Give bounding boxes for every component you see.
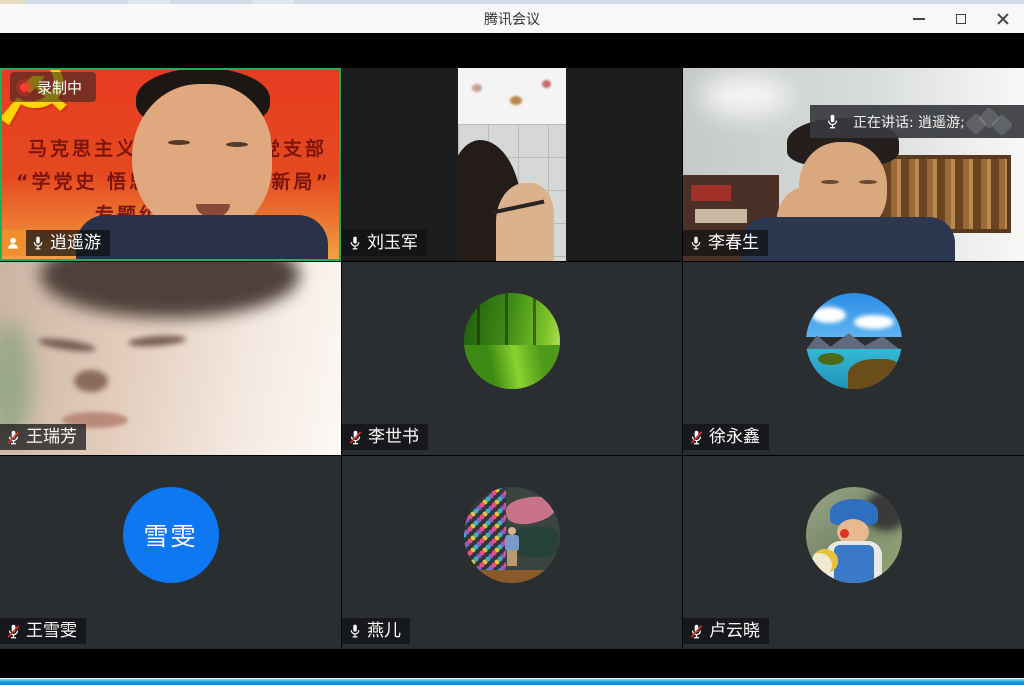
book-shape: [691, 185, 731, 201]
participant-nameplate: 徐永鑫: [683, 424, 769, 450]
participant-tile-wangruifang[interactable]: 王瑞芳: [0, 262, 341, 455]
participant-name: 逍遥游: [50, 232, 101, 254]
maximize-icon: [956, 14, 966, 24]
participant-nameplate: 李春生: [683, 230, 768, 256]
participant-nameplate: 逍遥游: [0, 230, 110, 256]
person-head-shape: [508, 527, 516, 535]
person-pants-shape: [507, 550, 517, 566]
face-paint-shape: [840, 529, 849, 538]
mic-muted-icon: [347, 429, 364, 446]
avatar-photo-child: [806, 487, 902, 583]
participant-name: 徐永鑫: [709, 426, 760, 448]
speaking-indicator-overlay: 正在讲话: 逍遥游;: [810, 105, 1024, 138]
mic-muted-icon: [5, 429, 22, 446]
recording-label: 录制中: [37, 77, 82, 98]
minimize-icon: [913, 18, 925, 20]
mic-muted-icon: [688, 623, 705, 640]
recording-badge: 录制中: [10, 72, 96, 102]
rocks-shape: [848, 359, 900, 389]
participant-grid: ☭ 马克思主义学 党支部 “学党史 悟思 开新局” 专题组: [0, 68, 1024, 649]
trees-shape: [464, 293, 560, 349]
person-icon: [5, 235, 21, 251]
participant-name: 李世书: [368, 426, 419, 448]
participant-nameplate: 王瑞芳: [0, 424, 86, 450]
meeting-stage: ☭ 马克思主义学 党支部 “学党史 悟思 开新局” 专题组: [0, 33, 1024, 678]
ceiling-decor: [472, 84, 482, 92]
island-shape: [818, 353, 844, 365]
mic-on-icon: [824, 113, 841, 130]
participant-name: 刘玉军: [367, 232, 418, 254]
book-shape: [695, 209, 747, 223]
face-shape: [496, 183, 554, 261]
ceiling-decor: [510, 96, 522, 105]
mic-muted-icon: [688, 429, 705, 446]
overalls-shape: [834, 545, 874, 583]
taskbar-edge-strip: [0, 678, 1024, 685]
participant-tile-liuyujun[interactable]: 刘玉军: [342, 68, 682, 261]
avatar-initials-text: 雪雯: [143, 517, 197, 553]
participant-nameplate: 王雪雯: [0, 618, 86, 644]
participant-nameplate: 李世书: [342, 424, 428, 450]
mic-muted-icon: [5, 623, 22, 640]
nose-shape: [74, 370, 108, 392]
participant-tile-xuyongxin[interactable]: 徐永鑫: [683, 262, 1024, 455]
maximize-button[interactable]: [954, 12, 968, 26]
mic-on-icon: [347, 623, 363, 639]
eyebrow-shape: [38, 336, 97, 354]
avatar-initials-circle: 雪雯: [123, 487, 219, 583]
shoulders-shape: [76, 215, 328, 261]
close-button[interactable]: [996, 12, 1010, 26]
window-light-shape: [701, 76, 791, 116]
cloud-shape: [812, 307, 846, 323]
eye-shape: [821, 180, 839, 184]
tencent-meeting-window: 腾讯会议 ☭ 马克思主义学 党支部 “学党史 悟思: [0, 0, 1024, 685]
eye-shape: [859, 180, 877, 184]
shoulders-shape: [741, 217, 955, 261]
participant-nameplate: 燕儿: [342, 618, 410, 644]
mic-on-icon: [688, 235, 704, 251]
participant-name: 王雪雯: [26, 620, 77, 642]
mic-on-icon: [30, 235, 46, 251]
portrait-video-strip: [458, 68, 566, 261]
avatar-photo-graffiti: [464, 487, 560, 583]
participant-name: 卢云晓: [709, 620, 760, 642]
participant-name: 燕儿: [367, 620, 401, 642]
participant-name: 李春生: [708, 232, 759, 254]
speaking-label: 正在讲话: 逍遥游;: [853, 112, 965, 132]
avatar-photo-lake: [806, 293, 902, 389]
close-icon: [997, 13, 1009, 25]
ceiling-decor: [542, 80, 551, 88]
graffiti-shape: [514, 527, 558, 557]
person-shirt-shape: [505, 535, 519, 551]
eyebrow-shape: [128, 334, 187, 348]
record-dot-icon: [20, 83, 29, 92]
window-title: 腾讯会议: [484, 9, 540, 29]
participant-nameplate: 刘玉军: [342, 230, 427, 256]
floor-shape: [464, 570, 560, 583]
participant-tile-yaner[interactable]: 燕儿: [342, 456, 682, 649]
participant-tile-wangxuewen[interactable]: 雪雯 王雪雯: [0, 456, 341, 649]
minimize-button[interactable]: [912, 12, 926, 26]
mic-on-icon: [347, 235, 363, 251]
title-bar[interactable]: 腾讯会议: [0, 4, 1024, 33]
participant-name: 王瑞芳: [26, 426, 77, 448]
avatar-photo-park: [464, 293, 560, 389]
participant-tile-luyunxiao[interactable]: 卢云晓: [683, 456, 1024, 649]
grass-shape: [464, 345, 560, 389]
cloud-shape: [854, 315, 894, 329]
toy-shape: [812, 549, 838, 573]
participant-tile-lichunsheng[interactable]: 正在讲话: 逍遥游; 李春生: [683, 68, 1024, 261]
host-badge: [0, 230, 26, 256]
window-controls: [912, 4, 1010, 33]
participant-tile-lishishu[interactable]: 李世书: [342, 262, 682, 455]
graffiti-shape: [504, 492, 558, 528]
tencent-meeting-watermark-icon: [966, 108, 1018, 135]
participant-nameplate: 卢云晓: [683, 618, 769, 644]
eye-shape: [226, 142, 248, 147]
participant-tile-xiaoyaoyou[interactable]: ☭ 马克思主义学 党支部 “学党史 悟思 开新局” 专题组: [0, 68, 341, 261]
hair-shape: [40, 262, 300, 318]
eye-shape: [168, 140, 190, 145]
